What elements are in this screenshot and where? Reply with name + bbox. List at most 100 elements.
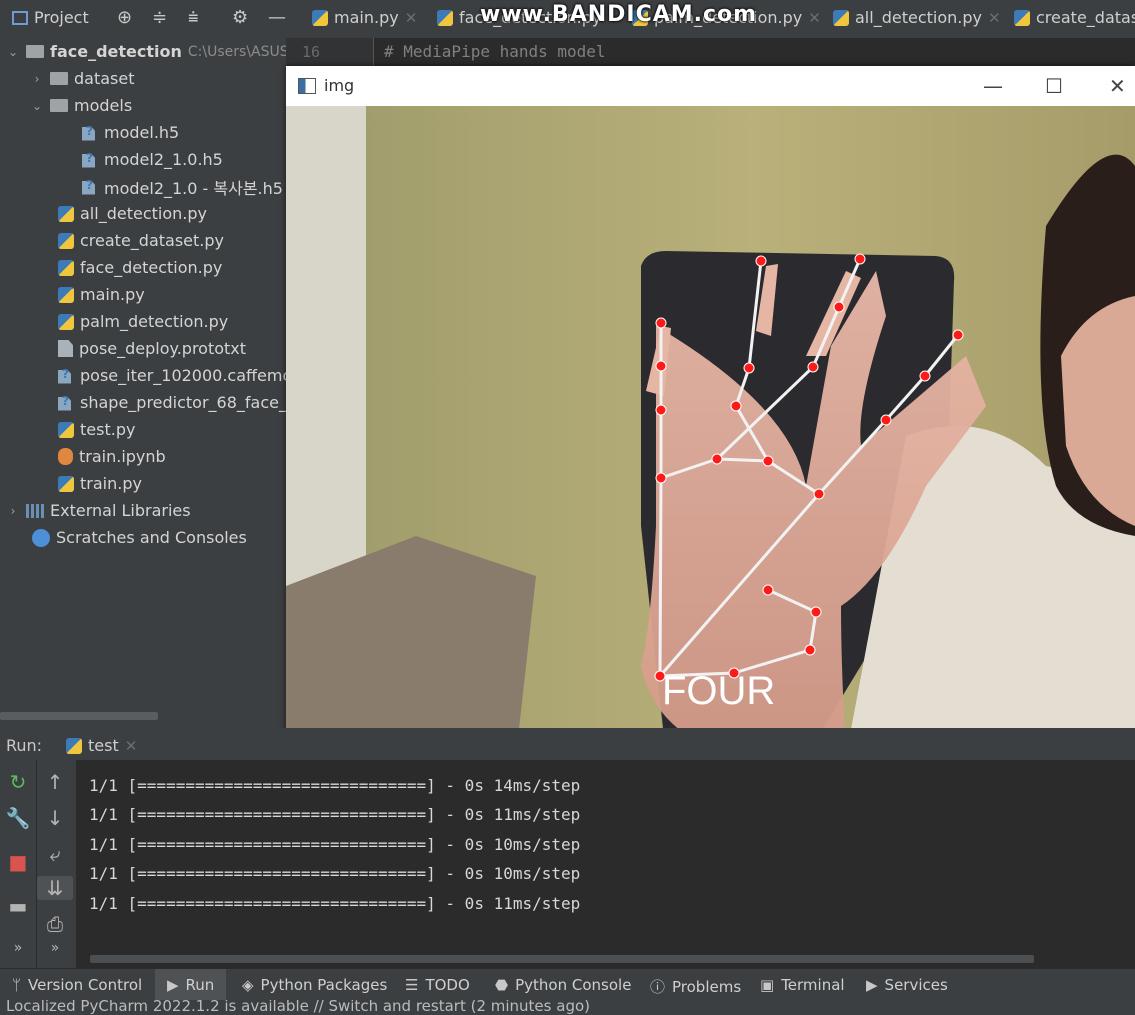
services-icon: ▶ [866, 976, 878, 994]
chevron-right-icon[interactable]: › [30, 72, 44, 86]
landmark-point [762, 584, 774, 596]
tree-item-train-ipynb[interactable]: train.ipynb [58, 443, 166, 470]
python-icon: ⬣ [495, 976, 509, 994]
tree-item-dataset[interactable]: › dataset [30, 65, 135, 92]
tree-item-model2-h5[interactable]: model2_1.0.h5 [82, 146, 223, 173]
console-line: 1/1 [==============================] - 0… [89, 776, 581, 795]
close-icon[interactable]: ✕ [808, 9, 821, 27]
tree-item-label: shape_predictor_68_face_landmarks.dat [80, 393, 286, 412]
play-icon: ▶ [167, 976, 179, 994]
print-icon[interactable]: ⎙ [37, 912, 73, 936]
tree-item-label: face_detection.py [80, 258, 223, 277]
tab-problems[interactable]: ⓘ Problems [650, 976, 741, 997]
tree-item-palm-detection[interactable]: palm_detection.py [58, 308, 228, 335]
tab-label: Services [884, 976, 948, 994]
python-file-icon [58, 421, 74, 438]
soft-wrap-icon[interactable]: ⤶ [37, 842, 73, 866]
top-toolbar: Project ⊕ ≑ ⩧ ⚙ — main.py ✕ face_detecti… [0, 0, 1135, 39]
status-message[interactable]: Localized PyCharm 2022.1.2 is available … [6, 1000, 590, 1015]
console-horizontal-scrollbar[interactable] [90, 955, 1034, 963]
layers-icon: ◈ [242, 976, 254, 994]
tree-item-label: Scratches and Consoles [56, 528, 247, 547]
run-label: Run: [6, 736, 43, 755]
python-file-icon [437, 9, 453, 26]
close-window-button[interactable]: ✕ [1109, 74, 1126, 98]
run-panel-header: Run: test ✕ [0, 728, 1135, 760]
unknown-file-icon [58, 394, 74, 411]
tree-item-all-detection[interactable]: all_detection.py [58, 200, 207, 227]
wrench-icon[interactable]: 🔧 [0, 806, 36, 830]
arrow-up-icon[interactable]: ↑ [37, 770, 73, 794]
console-line: 1/1 [==============================] - 0… [89, 864, 581, 883]
expand-all-icon[interactable]: ≑ [152, 7, 167, 28]
more-icon[interactable]: » [37, 940, 73, 956]
python-file-icon [58, 205, 74, 222]
landmark-point [804, 644, 816, 656]
landmark-point [755, 255, 767, 267]
stop-icon[interactable]: ■ [0, 850, 36, 874]
tab-all-detection[interactable]: all_detection.py ✕ [833, 8, 1001, 27]
tab-python-console[interactable]: ⬣ Python Console [495, 976, 631, 994]
python-file-icon [833, 9, 849, 26]
tree-item-label: create_dataset.py [80, 231, 224, 250]
tree-item-external-libraries[interactable]: › External Libraries [6, 497, 191, 524]
scroll-to-end-icon[interactable]: ⇊ [37, 876, 73, 900]
tree-item-pose-deploy[interactable]: pose_deploy.prototxt [58, 335, 246, 362]
tab-run[interactable]: ▶ Run [155, 969, 227, 1001]
close-icon[interactable]: ✕ [405, 9, 418, 27]
tree-item-create-dataset[interactable]: create_dataset.py [58, 227, 224, 254]
tree-item-face-detection[interactable]: face_detection.py [58, 254, 222, 281]
unknown-file-icon [82, 151, 98, 168]
tree-item-model-h5[interactable]: model.h5 [82, 119, 179, 146]
tree-item-shape-predictor[interactable]: shape_predictor_68_face_landmarks.dat [58, 389, 286, 416]
tree-item-test[interactable]: test.py [58, 416, 135, 443]
project-view-button[interactable]: Project [12, 8, 89, 27]
tab-todo[interactable]: ☰ TODO [405, 976, 470, 994]
rerun-icon[interactable]: ↻ [0, 770, 36, 794]
chevron-down-icon[interactable]: ⌄ [30, 99, 44, 113]
code-line: # MediaPipe hands model [384, 42, 606, 61]
tab-create-dataset[interactable]: create_dataset.py [1014, 8, 1135, 27]
tree-horizontal-scrollbar[interactable] [0, 712, 158, 720]
tree-item-label: dataset [74, 69, 135, 88]
close-icon[interactable]: ✕ [988, 9, 1001, 27]
tree-item-main[interactable]: main.py [58, 281, 145, 308]
chevron-right-icon[interactable]: › [6, 504, 20, 518]
img-window: img — ☐ ✕ FOUR [286, 66, 1135, 756]
arrow-down-icon[interactable]: ↓ [37, 806, 73, 830]
gear-icon[interactable]: ⚙ [232, 7, 248, 28]
tab-python-packages[interactable]: ◈ Python Packages [242, 976, 387, 994]
landmark-connection [716, 457, 769, 463]
tree-root[interactable]: ⌄ face_detection C:\Users\ASUS\ [6, 38, 286, 65]
tree-item-pose-iter[interactable]: pose_iter_102000.caffemodel [58, 362, 286, 389]
gesture-label: FOUR [662, 669, 775, 713]
landmark-point [810, 606, 822, 618]
run-tab-test[interactable]: test ✕ [66, 736, 137, 755]
run-console[interactable]: 1/1 [==============================] - 0… [76, 760, 1135, 968]
maximize-button[interactable]: ☐ [1045, 74, 1063, 98]
tree-item-model2-copy-h5[interactable]: model2_1.0 - 복사본.h5 [82, 173, 283, 200]
tab-terminal[interactable]: ▣ Terminal [760, 976, 845, 994]
img-window-titlebar[interactable]: img — ☐ ✕ [286, 66, 1135, 106]
collapse-all-icon[interactable]: ⩧ [188, 7, 199, 28]
tree-item-label: model.h5 [104, 123, 180, 142]
landmark-point [762, 455, 774, 467]
tree-item-scratches[interactable]: Scratches and Consoles [32, 524, 247, 551]
window-icon [298, 77, 316, 94]
tab-services[interactable]: ▶ Services [866, 976, 948, 994]
minimize-button[interactable]: — [983, 74, 1003, 98]
run-toolbar-right: ↑ ↓ ⤶ ⇊ ⎙ » [36, 760, 77, 968]
crosshair-icon[interactable]: ⊕ [117, 7, 132, 28]
folder-icon [50, 99, 68, 112]
layout-icon[interactable]: ▬ [0, 894, 36, 918]
close-icon[interactable]: ✕ [125, 737, 138, 755]
hide-icon[interactable]: — [268, 7, 286, 28]
tree-item-train-py[interactable]: train.py [58, 470, 142, 497]
folder-icon [26, 45, 44, 58]
more-icon[interactable]: » [0, 940, 36, 956]
chevron-down-icon[interactable]: ⌄ [6, 45, 20, 59]
tab-version-control[interactable]: ᛘ Version Control [12, 976, 142, 994]
tree-item-models[interactable]: ⌄ models [30, 92, 132, 119]
tab-main[interactable]: main.py ✕ [312, 8, 417, 27]
line-number: 16 [302, 43, 321, 61]
